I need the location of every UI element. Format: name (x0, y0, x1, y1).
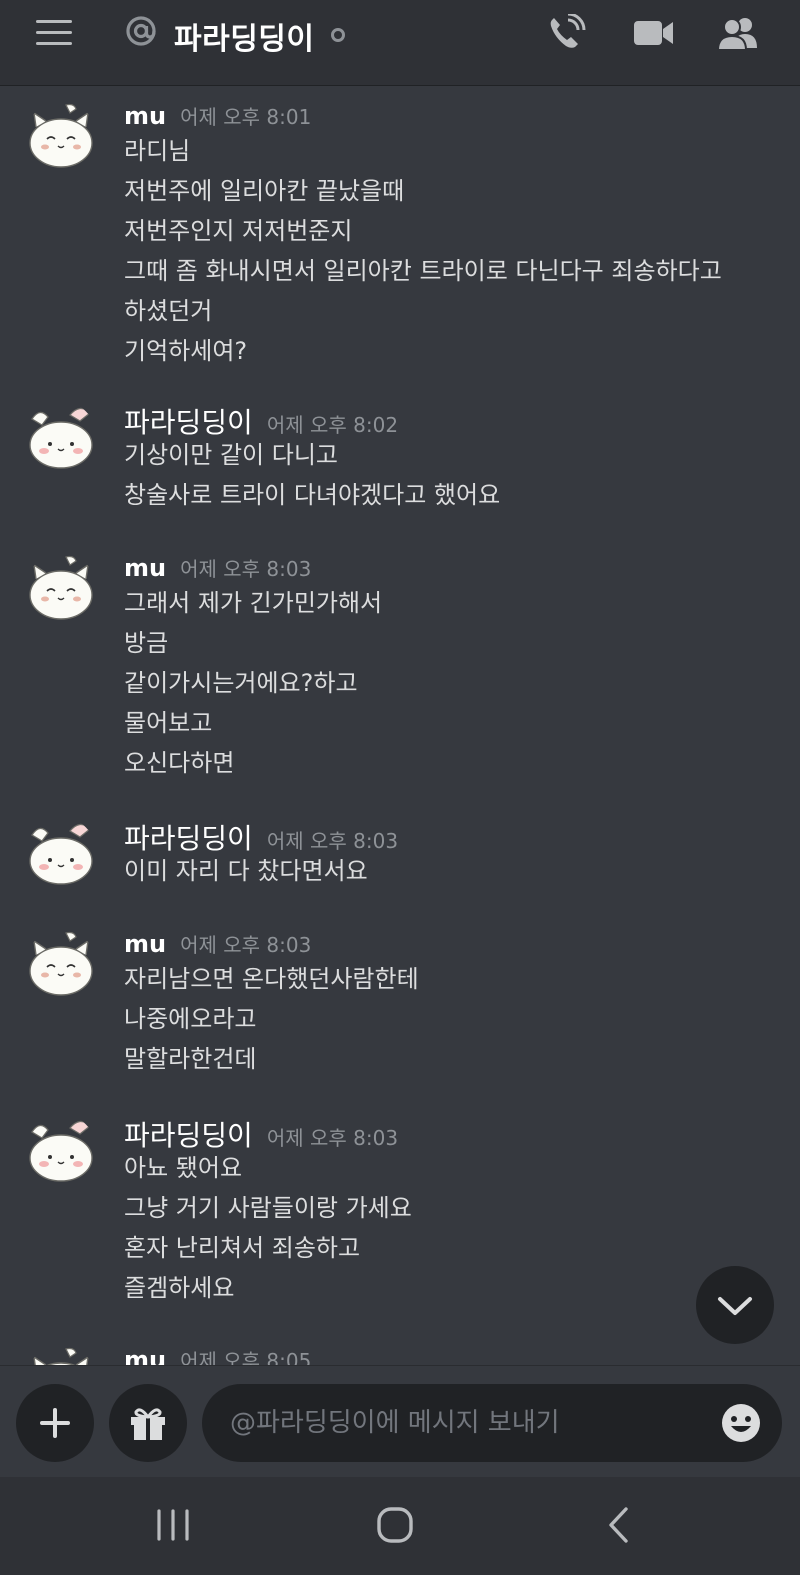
message-line: 그때 좀 화내시면서 일리아칸 트라이로 다닌다구 죄송하다고 (124, 257, 722, 285)
gift-icon (131, 1408, 165, 1440)
username[interactable]: mu (124, 102, 166, 130)
members-icon[interactable] (717, 14, 759, 52)
message-line: 나중에오라고 (124, 1005, 257, 1033)
message-content: 그래서 제가 긴가민가해서 방금 같이가시는거에요?하고 물어보고 오신다하면 (124, 583, 382, 783)
plus-icon (40, 1408, 70, 1438)
back-icon[interactable] (594, 1503, 644, 1547)
message-content: 자리남으면 온다했던사람한테 나중에오라고 말할라한건데 (124, 959, 419, 1079)
timestamp: 어제 오후 8:03 (266, 829, 399, 853)
status-indicator (331, 28, 345, 42)
gift-button[interactable] (109, 1384, 187, 1462)
home-icon[interactable] (370, 1503, 420, 1547)
message-line: 아뇨 됐어요 (124, 1154, 243, 1182)
message-line: 기상이만 같이 다니고 (124, 441, 338, 469)
message-input[interactable] (202, 1384, 782, 1462)
timestamp: 어제 오후 8:01 (180, 105, 312, 129)
timestamp: 어제 오후 8:05 (180, 1349, 312, 1365)
video-call-icon[interactable] (633, 14, 675, 52)
message-line: 저번주인지 저저번준지 (124, 217, 353, 245)
avatar[interactable] (26, 817, 96, 887)
username[interactable]: mu (124, 1346, 166, 1365)
avatar[interactable] (26, 553, 96, 623)
system-nav-bar (0, 1477, 800, 1575)
message-line: 물어보고 (124, 709, 213, 737)
message-line: 창술사로 트라이 다녀야겠다고 했어요 (124, 481, 501, 509)
message-line: 방금 (124, 629, 169, 657)
at-icon (126, 16, 156, 46)
avatar[interactable] (26, 101, 96, 171)
message-line: 같이가시는거에요?하고 (124, 669, 358, 697)
message-line: 이미 자리 다 찼다면서요 (124, 857, 368, 885)
message-line: 저번주에 일리아칸 끝났을때 (124, 177, 405, 205)
message-content: 기상이만 같이 다니고 창술사로 트라이 다녀야겠다고 했어요 (124, 435, 500, 515)
message-line: 그냥 거기 사람들이랑 가세요 (124, 1194, 412, 1222)
timestamp: 어제 오후 8:03 (180, 933, 312, 957)
message-line: 말할라한건데 (124, 1045, 257, 1073)
composer-bar (0, 1365, 800, 1477)
channel-title: 파라딩딩이 (174, 22, 315, 57)
voice-call-icon[interactable] (546, 14, 588, 52)
message-content: 아뇨 됐어요 그냥 거기 사람들이랑 가세요 혼자 난리쳐서 죄송하고 즐겜하세… (124, 1148, 412, 1308)
username[interactable]: mu (124, 554, 166, 582)
message-line: 즐겜하세요 (124, 1274, 235, 1302)
attach-button[interactable] (16, 1384, 94, 1462)
message-line: 혼자 난리쳐서 죄송하고 (124, 1234, 361, 1262)
timestamp: 어제 오후 8:03 (180, 557, 312, 581)
timestamp: 어제 오후 8:03 (266, 1126, 399, 1150)
message-list[interactable]: mu 어제 오후 8:01 라디님 저번주에 일리아칸 끝났을때 저번주인지 저저… (0, 87, 800, 1365)
username[interactable]: mu (124, 930, 166, 958)
avatar[interactable] (26, 1345, 96, 1365)
recent-apps-icon[interactable] (148, 1503, 198, 1547)
message-line: 자리남으면 온다했던사람한테 (124, 965, 419, 993)
avatar[interactable] (26, 1114, 96, 1184)
chevron-down-icon (718, 1297, 752, 1315)
message-line: 하셨던거 (124, 297, 213, 325)
message-line: 그래서 제가 긴가민가해서 (124, 589, 383, 617)
emoji-icon[interactable] (720, 1402, 762, 1444)
timestamp: 어제 오후 8:02 (266, 413, 399, 437)
avatar[interactable] (26, 929, 96, 999)
channel-header: 파라딩딩이 (0, 0, 800, 86)
avatar[interactable] (26, 401, 96, 471)
message-line: 라디님 (124, 137, 191, 165)
message-line: 오신다하면 (124, 749, 235, 777)
jump-to-present-button[interactable] (696, 1266, 774, 1344)
message-content: 라디님 저번주에 일리아칸 끝났을때 저번주인지 저저번준지 그때 좀 화내시면… (124, 131, 722, 371)
hamburger-icon[interactable] (36, 20, 74, 48)
message-content: 이미 자리 다 찼다면서요 (124, 851, 368, 891)
message-line: 기억하세여? (124, 337, 248, 365)
